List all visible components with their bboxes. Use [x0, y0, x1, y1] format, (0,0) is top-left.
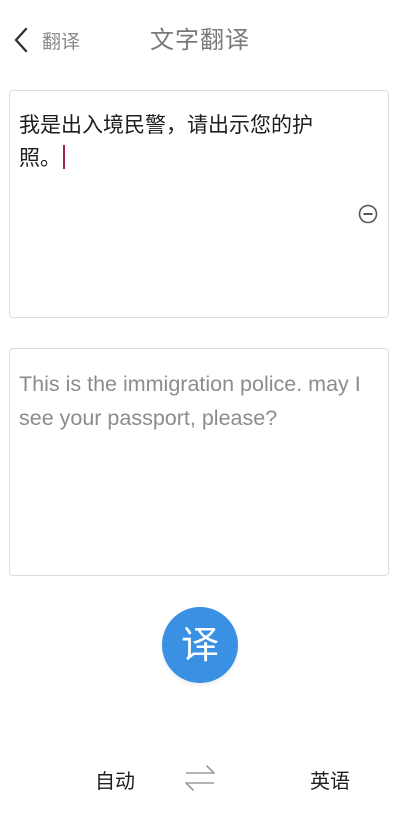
- result-text: This is the immigration police. may I se…: [19, 372, 361, 430]
- chevron-left-icon: [14, 27, 28, 53]
- minus-circle-icon: [358, 204, 378, 224]
- clear-text-button[interactable]: [358, 204, 378, 224]
- page-title: 文字翻译: [150, 26, 250, 54]
- text-cursor: [63, 145, 65, 169]
- source-language-selector[interactable]: 自动: [95, 765, 135, 794]
- result-text-area[interactable]: This is the immigration police. may I se…: [9, 348, 389, 576]
- swap-languages-button[interactable]: [182, 760, 218, 796]
- back-label: 翻译: [42, 30, 81, 53]
- translate-button[interactable]: 译: [162, 607, 238, 683]
- swap-arrows-icon: [182, 760, 218, 796]
- back-button[interactable]: 翻译: [14, 20, 80, 60]
- source-text-field[interactable]: 我是出入境民警，请出示您的护照。: [19, 109, 337, 175]
- target-language-selector[interactable]: 英语: [310, 765, 350, 794]
- header: 翻译 文字翻译: [0, 0, 400, 80]
- source-text-area[interactable]: 我是出入境民警，请出示您的护照。: [9, 90, 389, 318]
